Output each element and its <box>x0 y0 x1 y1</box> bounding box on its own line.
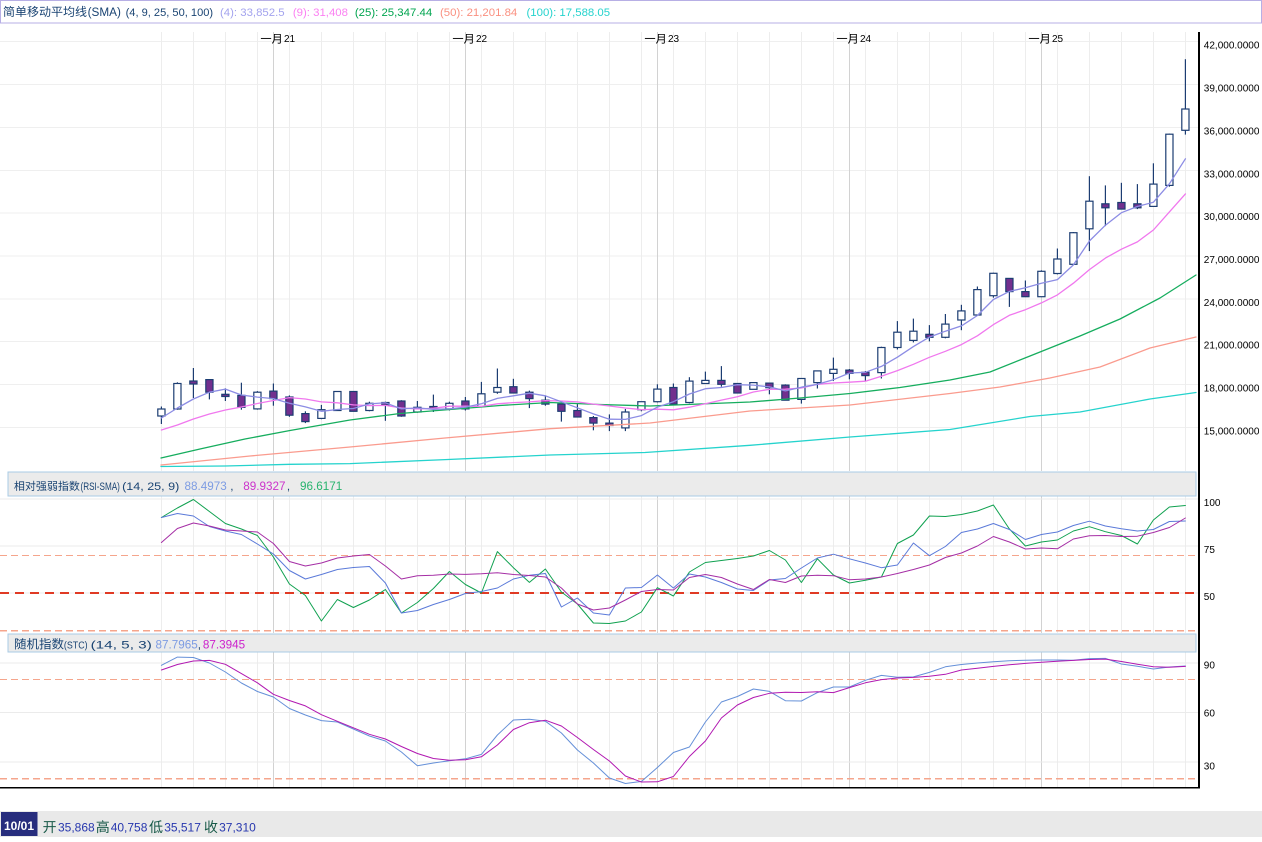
svg-text:(9): 31,408: (9): 31,408 <box>293 7 348 19</box>
svg-text:24,000.0000: 24,000.0000 <box>1204 298 1260 309</box>
svg-text:35,517: 35,517 <box>164 820 201 834</box>
svg-text:88.4973: 88.4973 <box>185 480 227 493</box>
svg-text:(SMA): (SMA) <box>88 7 121 19</box>
svg-text:42,000.0000: 42,000.0000 <box>1204 41 1260 52</box>
svg-text:(100): 17,588.05: (100): 17,588.05 <box>527 7 611 19</box>
svg-text:50: 50 <box>1204 592 1216 603</box>
svg-text:10/01: 10/01 <box>4 819 34 833</box>
svg-text:75: 75 <box>1204 545 1216 556</box>
svg-text:(STC): (STC) <box>64 641 88 652</box>
svg-text:36,000.0000: 36,000.0000 <box>1204 126 1260 137</box>
svg-text:(4): 33,852.5: (4): 33,852.5 <box>220 7 285 19</box>
svg-text:25: 25 <box>1052 34 1064 45</box>
svg-text:18,000.0000: 18,000.0000 <box>1204 384 1260 395</box>
svg-text:(RSI-SMA): (RSI-SMA) <box>81 481 120 493</box>
svg-text:35,868: 35,868 <box>58 820 95 834</box>
svg-text:87.7965: 87.7965 <box>156 639 199 652</box>
svg-text:37,310: 37,310 <box>219 820 256 834</box>
svg-text:96.6171: 96.6171 <box>300 480 342 493</box>
svg-text:22: 22 <box>476 34 488 45</box>
svg-text:21: 21 <box>284 34 296 45</box>
svg-text:(25): 25,347.44: (25): 25,347.44 <box>355 7 432 19</box>
svg-text:,: , <box>198 639 201 652</box>
svg-text:,: , <box>230 480 233 493</box>
svg-text:87.3945: 87.3945 <box>203 639 246 652</box>
svg-text:21,000.0000: 21,000.0000 <box>1204 341 1260 352</box>
svg-text:(14, 5, 3): (14, 5, 3) <box>91 640 152 652</box>
svg-text:90: 90 <box>1204 661 1216 672</box>
svg-text:89.9327: 89.9327 <box>243 480 285 493</box>
svg-text:39,000.0000: 39,000.0000 <box>1204 84 1260 95</box>
svg-text:(50): 21,201.84: (50): 21,201.84 <box>440 7 517 19</box>
svg-text:30: 30 <box>1204 762 1216 773</box>
svg-text:100: 100 <box>1204 498 1221 509</box>
svg-text:15,000.0000: 15,000.0000 <box>1204 426 1260 437</box>
svg-text:(14, 25, 9): (14, 25, 9) <box>122 481 179 493</box>
svg-text:23: 23 <box>668 34 680 45</box>
svg-text:(4, 9, 25, 50, 100): (4, 9, 25, 50, 100) <box>126 7 214 19</box>
svg-text:60: 60 <box>1204 709 1216 720</box>
svg-text:,: , <box>287 480 290 493</box>
svg-text:40,758: 40,758 <box>111 820 148 834</box>
svg-text:30,000.0000: 30,000.0000 <box>1204 212 1260 223</box>
svg-text:33,000.0000: 33,000.0000 <box>1204 169 1260 180</box>
svg-text:27,000.0000: 27,000.0000 <box>1204 255 1260 266</box>
svg-text:24: 24 <box>860 34 872 45</box>
